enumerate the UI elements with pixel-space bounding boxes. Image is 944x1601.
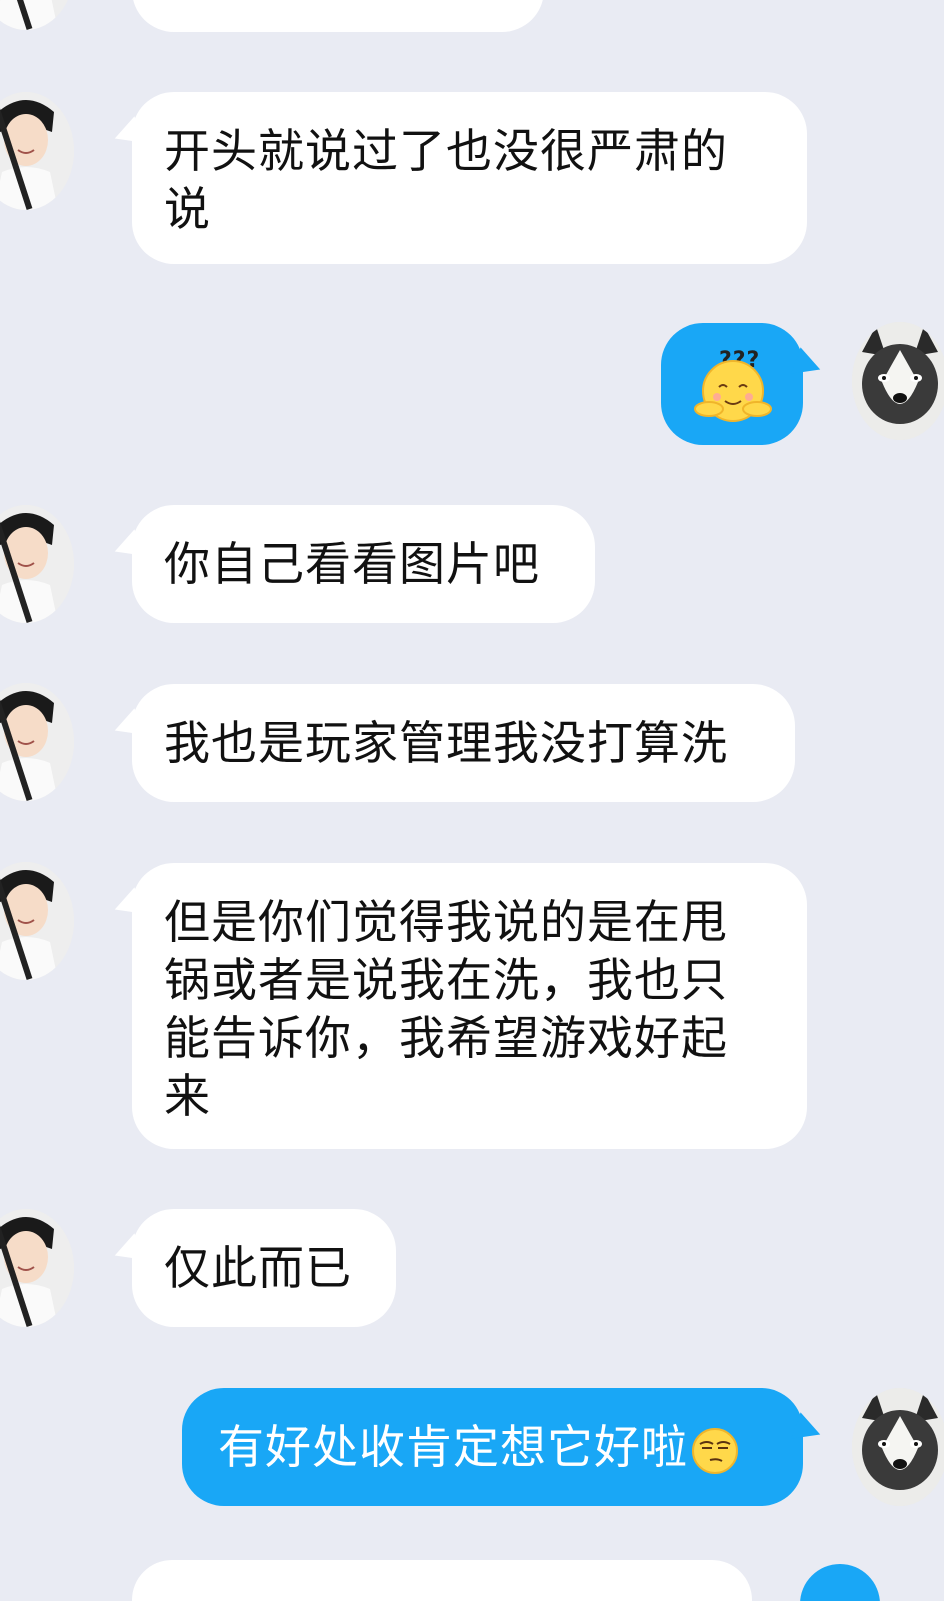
message-bubble-partial[interactable]: [132, 0, 544, 32]
anime-boy-avatar-icon: [0, 1209, 74, 1327]
contact-avatar[interactable]: [0, 862, 74, 980]
anime-boy-avatar-icon: [0, 0, 74, 30]
message-text: 有好处收肯定想它好啦: [218, 1418, 779, 1476]
own-avatar[interactable]: [852, 322, 944, 440]
message-bubble-partial[interactable]: [800, 1564, 880, 1601]
message-text: 我也是玩家管理我没打算洗: [164, 716, 728, 770]
contact-avatar[interactable]: [0, 683, 74, 801]
husky-dog-avatar-icon: [852, 1388, 944, 1506]
message-bubble-partial[interactable]: [132, 1560, 752, 1601]
message-text: 仅此而已: [164, 1241, 352, 1295]
confused-face-sticker-icon: ???: [694, 348, 772, 422]
message-bubble[interactable]: 仅此而已: [132, 1209, 396, 1327]
contact-avatar[interactable]: [0, 505, 74, 623]
message-text: 开头就说过了也没很严肃的说: [164, 124, 728, 236]
chat-message-list[interactable]: 开头就说过了也没很严肃的说 ??? 你自己看看图片吧 我也是玩家管理我没打算洗 …: [0, 0, 944, 1601]
anime-boy-avatar-icon: [0, 862, 74, 980]
smirk-face-icon: [692, 1427, 738, 1474]
message-bubble[interactable]: 但是你们觉得我说的是在甩锅或者是说我在洗，我也只能告诉你，我希望游戏好起来: [132, 863, 807, 1149]
contact-avatar[interactable]: [0, 1209, 74, 1327]
message-bubble[interactable]: 开头就说过了也没很严肃的说: [132, 92, 807, 264]
anime-boy-avatar-icon: [0, 683, 74, 801]
message-text-body: 有好处收肯定想它好啦: [218, 1420, 688, 1474]
message-bubble[interactable]: 我也是玩家管理我没打算洗: [132, 684, 795, 802]
contact-avatar[interactable]: [0, 0, 74, 30]
husky-dog-avatar-icon: [852, 322, 944, 440]
message-bubble[interactable]: 你自己看看图片吧: [132, 505, 595, 623]
contact-avatar[interactable]: [0, 92, 74, 210]
own-avatar[interactable]: [852, 1388, 944, 1506]
anime-boy-avatar-icon: [0, 92, 74, 210]
message-bubble-sticker[interactable]: ???: [661, 323, 803, 445]
message-text: 但是你们觉得我说的是在甩锅或者是说我在洗，我也只能告诉你，我希望游戏好起来: [164, 895, 728, 1123]
anime-boy-avatar-icon: [0, 505, 74, 623]
message-text: 你自己看看图片吧: [164, 537, 540, 591]
message-bubble[interactable]: 有好处收肯定想它好啦: [182, 1388, 803, 1506]
